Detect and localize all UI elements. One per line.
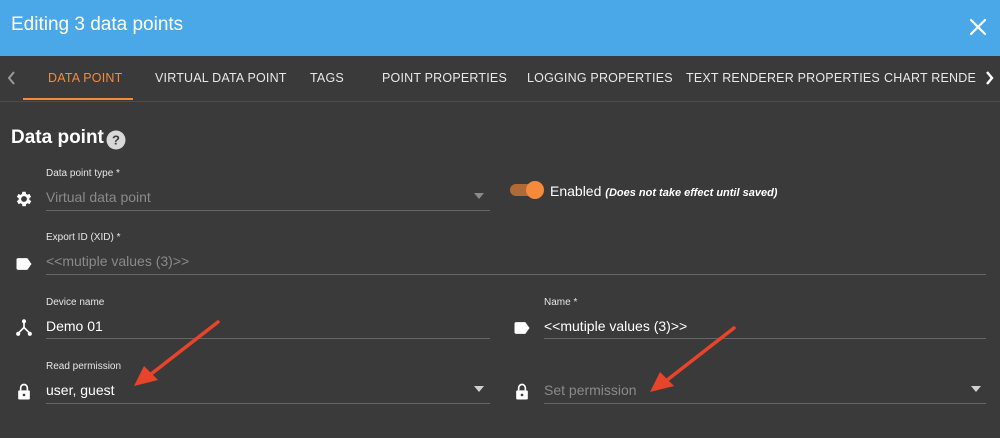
gear-icon bbox=[16, 191, 32, 207]
export-id-input[interactable]: <<mutiple values (3)>> bbox=[46, 253, 189, 269]
active-tab-indicator bbox=[23, 98, 133, 100]
tab-logging-properties[interactable]: LOGGING PROPERTIES bbox=[527, 56, 673, 100]
lock-icon bbox=[18, 383, 30, 400]
tab-point-properties[interactable]: POINT PROPERTIES bbox=[382, 56, 507, 100]
annotation-arrow bbox=[650, 326, 736, 392]
tabs-scroll-right-icon[interactable] bbox=[980, 56, 1000, 100]
help-circle-icon[interactable]: ? bbox=[106, 130, 126, 150]
chevron-down-icon[interactable] bbox=[474, 386, 484, 392]
enabled-label: Enabled (Does not take effect until save… bbox=[550, 183, 778, 199]
name-label: Name * bbox=[544, 297, 578, 308]
tab-virtual-data-point[interactable]: VIRTUAL DATA POINT bbox=[155, 56, 287, 100]
set-permission-select[interactable]: Set permission bbox=[544, 382, 637, 398]
name-underline bbox=[544, 338, 986, 339]
read-permission-label: Read permission bbox=[46, 361, 122, 372]
tabs-scroll-left-icon[interactable] bbox=[2, 56, 22, 100]
tab-bar: DATA POINT VIRTUAL DATA POINT TAGS POINT… bbox=[0, 56, 1000, 102]
svg-text:?: ? bbox=[112, 133, 120, 148]
device-name-input[interactable]: Demo 01 bbox=[46, 318, 103, 334]
read-permission-underline bbox=[46, 403, 490, 404]
enabled-note: (Does not take effect until saved) bbox=[605, 187, 778, 199]
read-permission-select[interactable]: user, guest bbox=[46, 382, 115, 398]
section-title: Data point bbox=[11, 127, 104, 148]
device-hub-icon bbox=[16, 319, 32, 336]
dialog-header: Editing 3 data points bbox=[0, 0, 1000, 56]
tab-tags[interactable]: TAGS bbox=[310, 56, 344, 100]
data-point-type-label: Data point type * bbox=[46, 168, 120, 179]
dialog-title: Editing 3 data points bbox=[11, 14, 184, 35]
export-id-label: Export ID (XID) * bbox=[46, 232, 121, 243]
annotation-arrow bbox=[134, 320, 220, 386]
chevron-down-icon[interactable] bbox=[971, 386, 981, 392]
tab-chart-renderer[interactable]: CHART RENDERER bbox=[884, 56, 976, 100]
data-point-type-select[interactable]: Virtual data point bbox=[46, 189, 151, 205]
device-name-label: Device name bbox=[46, 297, 105, 308]
close-icon[interactable] bbox=[966, 15, 990, 39]
lock-icon bbox=[516, 383, 528, 400]
tab-data-point[interactable]: DATA POINT bbox=[48, 56, 122, 100]
tab-text-renderer-properties[interactable]: TEXT RENDERER PROPERTIES bbox=[686, 56, 880, 100]
tag-icon bbox=[16, 258, 32, 270]
set-permission-underline bbox=[544, 403, 986, 404]
data-point-type-underline bbox=[46, 210, 490, 211]
tag-icon bbox=[514, 322, 530, 334]
enabled-toggle[interactable] bbox=[510, 181, 544, 199]
export-id-underline bbox=[46, 274, 986, 275]
chevron-down-icon[interactable] bbox=[474, 193, 484, 199]
device-name-underline bbox=[46, 338, 490, 339]
